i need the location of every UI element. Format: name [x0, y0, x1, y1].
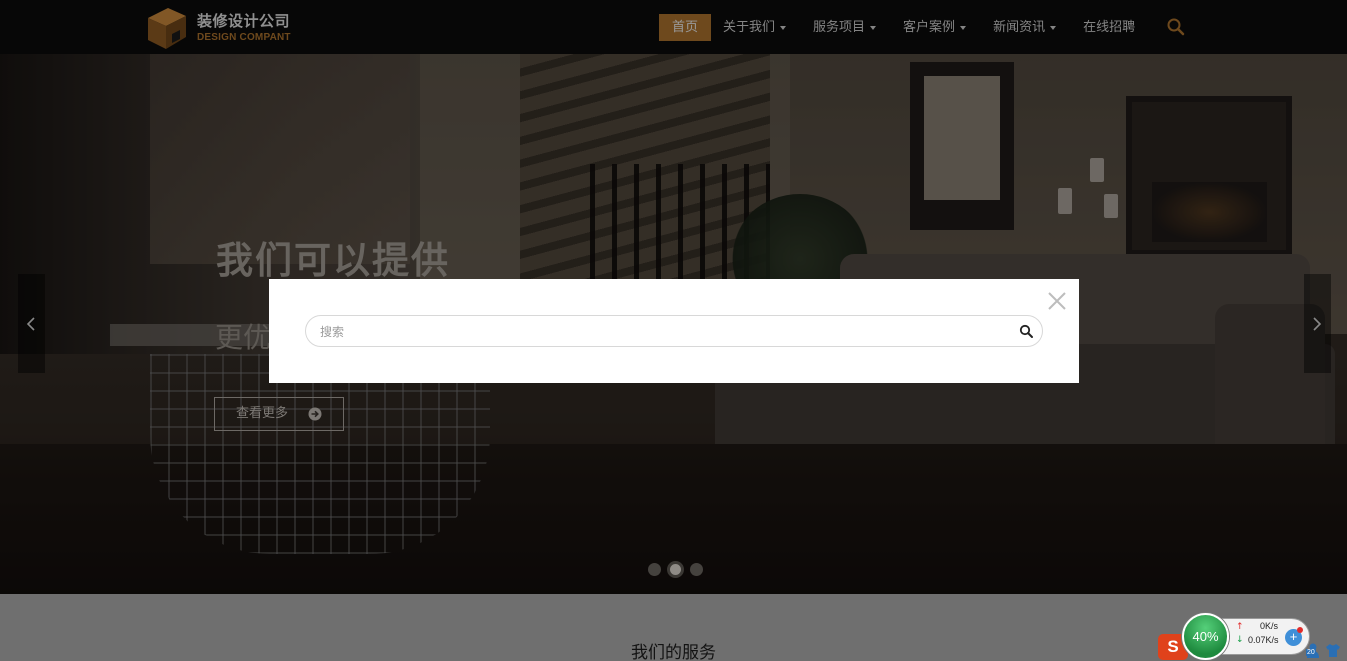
notification-dot	[1297, 627, 1303, 633]
search-icon[interactable]	[1019, 324, 1034, 339]
download-arrow-icon: ↓	[1236, 635, 1244, 645]
search-modal	[269, 279, 1079, 383]
search-field	[305, 315, 1043, 347]
upload-arrow-icon: ↑	[1236, 622, 1244, 632]
download-speed: 0.07K/s	[1248, 635, 1279, 645]
search-input[interactable]	[320, 323, 1000, 341]
shirt-icon[interactable]	[1325, 643, 1341, 658]
net-speed-widget[interactable]: S 40% ↑ 0K/s ↓ 0.07K/s + 20	[1158, 613, 1347, 661]
speed-percent-badge[interactable]: 40%	[1182, 613, 1229, 660]
close-icon[interactable]	[1048, 292, 1066, 310]
upload-speed: 0K/s	[1259, 621, 1278, 631]
user-count-badge: 20	[1306, 649, 1316, 656]
